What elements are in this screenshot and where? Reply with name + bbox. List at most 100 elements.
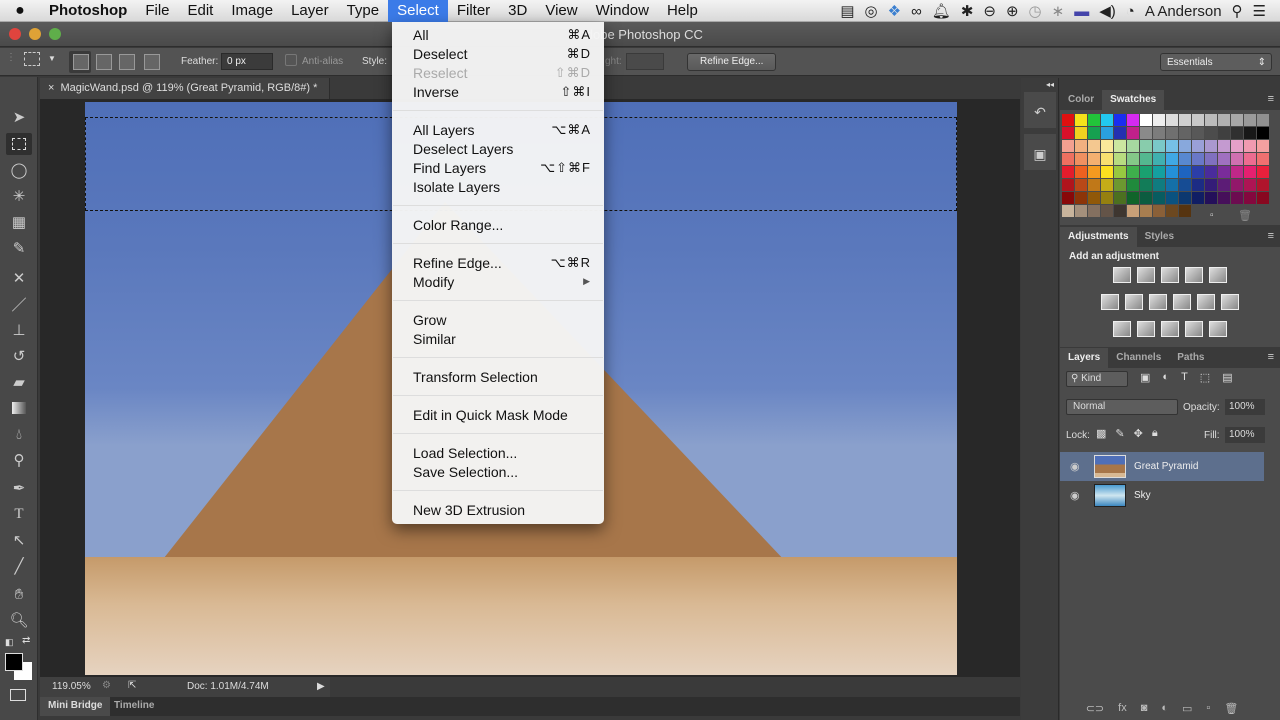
tab-color[interactable]: Color — [1060, 90, 1102, 110]
color-swatch[interactable] — [1231, 192, 1243, 204]
color-swatch[interactable] — [1244, 114, 1256, 126]
invert-icon[interactable] — [1113, 321, 1131, 337]
line-tool-icon[interactable]: ╱ — [6, 555, 32, 577]
zoom-tool-icon[interactable]: 🔍︎ — [6, 609, 32, 631]
flag-icon[interactable]: ▬ — [1074, 3, 1089, 20]
color-swatch[interactable] — [1101, 153, 1113, 165]
layer-filter-select[interactable]: ⚲ Kind — [1066, 371, 1128, 387]
eraser-tool-icon[interactable]: ▰ — [6, 371, 32, 393]
pen-tool-icon[interactable]: ✒ — [6, 477, 32, 499]
hue-saturation-icon[interactable] — [1101, 294, 1119, 310]
path-selection-tool-icon[interactable]: ↖ — [6, 529, 32, 551]
color-swatch[interactable] — [1257, 153, 1269, 165]
menu-item-load-selection[interactable]: Load Selection... — [413, 443, 591, 462]
visibility-eye-icon[interactable]: ◉ — [1070, 489, 1080, 502]
color-swatch[interactable] — [1062, 153, 1074, 165]
color-swatch[interactable] — [1166, 205, 1178, 217]
color-swatch[interactable] — [1192, 127, 1204, 139]
color-swatch[interactable] — [1205, 140, 1217, 152]
chat-icon[interactable]: ⊖ — [983, 2, 996, 20]
color-swatch[interactable] — [1114, 205, 1126, 217]
filter-pixel-icon[interactable]: ▣ — [1140, 371, 1150, 384]
add-to-selection-button[interactable] — [96, 54, 112, 70]
color-swatch[interactable] — [1179, 205, 1191, 217]
color-swatch[interactable] — [1075, 192, 1087, 204]
zoom-level[interactable]: 119.05% — [52, 681, 91, 692]
color-swatch[interactable] — [1192, 166, 1204, 178]
color-swatch[interactable] — [1218, 179, 1230, 191]
menu-window[interactable]: Window — [587, 0, 658, 22]
color-swatch[interactable] — [1127, 153, 1139, 165]
color-swatch[interactable] — [1205, 192, 1217, 204]
color-swatch[interactable] — [1062, 166, 1074, 178]
clock-icon[interactable]: ◔ — [1126, 3, 1135, 20]
color-swatch[interactable] — [1140, 179, 1152, 191]
color-swatch[interactable] — [1127, 192, 1139, 204]
filter-smart-object-icon[interactable]: ▤ — [1222, 371, 1232, 384]
color-swatch[interactable] — [1179, 166, 1191, 178]
lock-all-icon[interactable]: 🔒︎ — [1152, 427, 1158, 440]
color-swatch[interactable] — [1114, 179, 1126, 191]
feather-input[interactable]: 0 px — [221, 53, 273, 70]
notification-bell-icon[interactable]: 🔔︎ — [932, 2, 951, 20]
quick-mask-icon[interactable] — [10, 689, 26, 701]
color-swatch[interactable] — [1205, 153, 1217, 165]
menu-item-color-range[interactable]: Color Range... — [413, 215, 591, 234]
color-swatch[interactable] — [1231, 114, 1243, 126]
color-swatch[interactable] — [1127, 114, 1139, 126]
color-swatch[interactable] — [1205, 166, 1217, 178]
menu-item-new-3d-extrusion[interactable]: New 3D Extrusion — [413, 500, 591, 519]
menu-photoshop[interactable]: Photoshop — [40, 0, 136, 22]
spotlight-search-icon[interactable]: ⚲ — [1232, 2, 1243, 20]
color-swatch[interactable] — [1127, 127, 1139, 139]
color-swatch[interactable] — [1101, 205, 1113, 217]
color-balance-icon[interactable] — [1125, 294, 1143, 310]
color-swatch[interactable] — [1244, 179, 1256, 191]
tab-swatches[interactable]: Swatches — [1102, 90, 1165, 110]
add-mask-icon[interactable]: ◙ — [1141, 702, 1148, 720]
color-swatch[interactable] — [1244, 192, 1256, 204]
color-swatch[interactable] — [1153, 114, 1165, 126]
new-swatch-icon[interactable]: ▫ — [1210, 210, 1214, 221]
menu-view[interactable]: View — [536, 0, 586, 22]
color-swatch[interactable] — [1179, 140, 1191, 152]
gradient-map-icon[interactable] — [1209, 321, 1227, 337]
color-swatch[interactable] — [1062, 205, 1074, 217]
status-menu-arrow-icon[interactable]: ▶ — [317, 681, 325, 692]
color-swatch[interactable] — [1140, 153, 1152, 165]
brightness-contrast-icon[interactable] — [1113, 267, 1131, 283]
lock-position-icon[interactable]: ✥ — [1134, 427, 1143, 440]
eyedropper-tool-icon[interactable]: ✎ — [6, 237, 32, 259]
share-icon[interactable]: ⇱ — [128, 680, 136, 691]
opacity-input[interactable]: 100% — [1225, 399, 1265, 415]
color-swatch[interactable] — [1075, 127, 1087, 139]
new-layer-icon[interactable]: ▫ — [1206, 702, 1210, 720]
color-swatch[interactable] — [1205, 127, 1217, 139]
menu-item-save-selection[interactable]: Save Selection... — [413, 462, 591, 481]
color-swatch[interactable] — [1257, 127, 1269, 139]
blend-mode-select[interactable]: Normal — [1066, 399, 1178, 415]
color-swatch[interactable] — [1140, 166, 1152, 178]
healing-brush-tool-icon[interactable]: ✕ — [6, 267, 32, 289]
color-swatch[interactable] — [1218, 192, 1230, 204]
color-swatch[interactable] — [1140, 127, 1152, 139]
anti-alias-checkbox[interactable] — [285, 54, 297, 66]
properties-panel-icon[interactable]: ▣ — [1024, 134, 1056, 170]
color-swatch[interactable] — [1179, 153, 1191, 165]
power-icon[interactable]: ◎ — [865, 2, 878, 20]
color-swatch[interactable] — [1114, 114, 1126, 126]
notification-center-icon[interactable]: ☰ — [1253, 2, 1266, 20]
color-swatch[interactable] — [1075, 114, 1087, 126]
color-lookup-icon[interactable] — [1221, 294, 1239, 310]
preset-dropdown-icon[interactable]: ▼ — [48, 54, 56, 63]
workspace-select[interactable]: Essentials ⇕ — [1160, 53, 1272, 71]
color-swatch[interactable] — [1257, 114, 1269, 126]
tab-timeline[interactable]: Timeline — [106, 697, 162, 716]
color-swatch[interactable] — [1166, 153, 1178, 165]
menu-item-inverse[interactable]: Inverse ⇧⌘I — [413, 82, 591, 101]
threshold-icon[interactable] — [1161, 321, 1179, 337]
color-swatch[interactable] — [1153, 192, 1165, 204]
menu-item-transform-selection[interactable]: Transform Selection — [413, 367, 591, 386]
color-swatch[interactable] — [1218, 153, 1230, 165]
history-brush-tool-icon[interactable]: ↺ — [6, 345, 32, 367]
